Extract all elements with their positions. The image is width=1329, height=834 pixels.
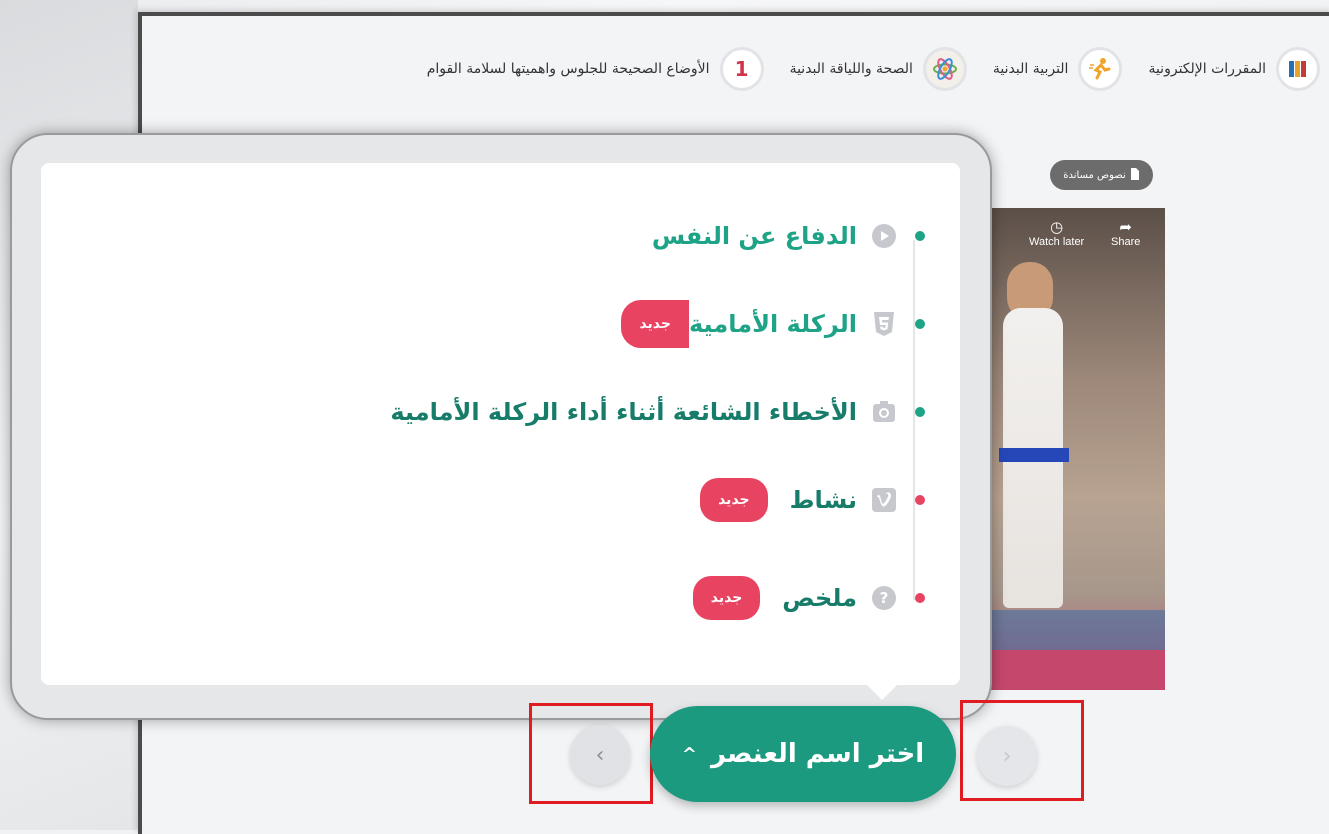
document-icon	[1130, 167, 1140, 183]
breadcrumb-item-courses[interactable]: المقررات الإلكترونية	[1148, 47, 1320, 91]
share-icon: ➦	[1119, 219, 1132, 236]
status-dot	[915, 407, 925, 417]
atom-icon	[922, 47, 967, 91]
menu-item-label: نشاط	[789, 486, 857, 514]
menu-item-front-kick[interactable]: الركلة الأمامية جديد	[621, 300, 925, 348]
status-dot	[915, 319, 925, 329]
select-element-label: اختر اسم العنصر	[710, 739, 925, 769]
chevron-right-icon: ›	[1002, 743, 1012, 769]
clock-icon: ◷	[1050, 219, 1064, 236]
menu-item-label: الركلة الأمامية	[688, 310, 857, 338]
video-frame-mat	[985, 650, 1165, 690]
new-badge: جديد	[621, 300, 689, 348]
popup-tail	[866, 684, 898, 700]
books-icon	[1276, 47, 1320, 91]
lesson-number: 1	[734, 57, 749, 81]
share-label: Share	[1111, 236, 1141, 248]
menu-item-common-mistakes[interactable]: الأخطاء الشائعة أثناء أداء الركلة الأمام…	[390, 392, 925, 432]
next-button[interactable]: ›	[977, 726, 1037, 786]
camera-icon	[871, 399, 897, 425]
chevron-left-icon: ‹	[595, 742, 605, 768]
video-player[interactable]: ◷ Watch later ➦ Share	[985, 208, 1165, 690]
question-icon: ?	[871, 585, 897, 611]
breadcrumb-label: التربية البدنية	[992, 61, 1069, 77]
support-texts-label: نصوص مساندة	[1063, 169, 1126, 181]
breadcrumb-item-health[interactable]: الصحة واللياقة البدنية	[790, 47, 967, 91]
menu-item-label: ملخص	[782, 584, 857, 612]
menu-item-label: الدفاع عن النفس	[651, 222, 857, 250]
menu-item-self-defense[interactable]: الدفاع عن النفس	[652, 216, 925, 256]
breadcrumb-item-pe[interactable]: التربية البدنية	[993, 47, 1123, 91]
play-icon	[871, 223, 897, 249]
previous-button[interactable]: ‹	[570, 725, 630, 785]
breadcrumb-label: الأوضاع الصحيحة للجلوس واهميتها لسلامة ا…	[426, 61, 710, 77]
new-badge: جديد	[700, 478, 768, 522]
select-element-button[interactable]: اختر اسم العنصر ^	[650, 706, 956, 802]
runner-icon	[1078, 47, 1123, 91]
status-dot	[915, 495, 925, 505]
chevron-up-icon: ^	[681, 743, 697, 765]
breadcrumb: المقررات الإلكترونية التربية البدنية الص…	[280, 42, 1320, 96]
html5-icon	[871, 311, 897, 337]
watch-later-button[interactable]: ◷ Watch later	[1029, 219, 1085, 249]
svg-text:?: ?	[880, 589, 889, 607]
breadcrumb-label: الصحة واللياقة البدنية	[789, 61, 913, 77]
menu-item-activity[interactable]: نشاط جديد	[700, 478, 925, 522]
menu-item-label: الأخطاء الشائعة أثناء أداء الركلة الأمام…	[390, 398, 857, 426]
support-texts-button[interactable]: نصوص مساندة	[1050, 160, 1153, 190]
menu-item-summary[interactable]: ? ملخص جديد	[692, 576, 925, 620]
video-frame-belt	[999, 448, 1069, 462]
vimeo-icon	[871, 487, 897, 513]
status-dot	[915, 593, 925, 603]
status-dot	[915, 231, 925, 241]
breadcrumb-item-lesson[interactable]: 1 الأوضاع الصحيحة للجلوس واهميتها لسلامة…	[427, 47, 764, 91]
breadcrumb-label: المقررات الإلكترونية	[1148, 61, 1266, 77]
new-badge: جديد	[692, 576, 761, 620]
watch-later-label: Watch later	[1029, 236, 1085, 248]
share-button[interactable]: ➦ Share	[1111, 219, 1141, 249]
lesson-number-badge: 1	[719, 47, 764, 91]
